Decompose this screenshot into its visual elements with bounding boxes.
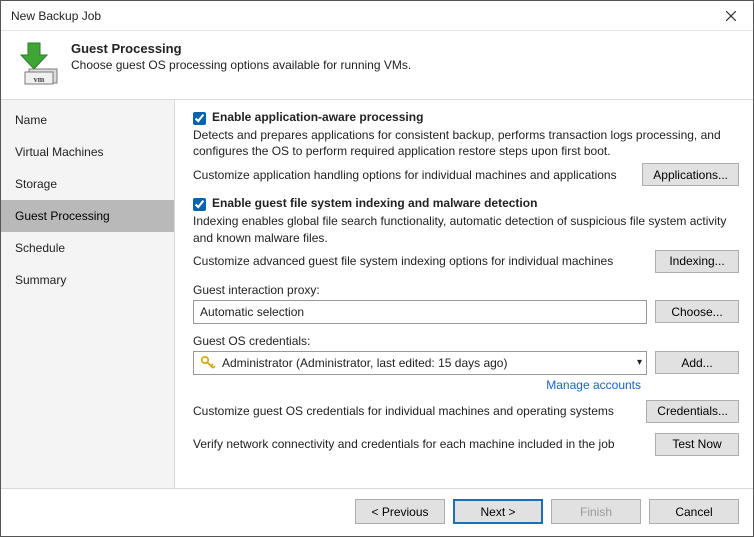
wizard-main-panel: Enable application-aware processing Dete…: [175, 100, 753, 488]
indexing-customize-text: Customize advanced guest file system ind…: [193, 254, 647, 268]
close-button[interactable]: [709, 1, 753, 31]
indexing-checkbox[interactable]: [193, 198, 206, 211]
credentials-customize-text: Customize guest OS credentials for indiv…: [193, 404, 638, 418]
manage-accounts-link[interactable]: Manage accounts: [193, 378, 641, 392]
close-icon: [726, 11, 736, 21]
header-icon: vm: [15, 41, 59, 85]
app-aware-checkbox-row: Enable application-aware processing: [193, 110, 739, 125]
proxy-label: Guest interaction proxy:: [193, 283, 739, 297]
next-button[interactable]: Next >: [453, 499, 543, 524]
key-icon: [200, 355, 216, 371]
choose-proxy-button[interactable]: Choose...: [655, 300, 739, 323]
credentials-value: Administrator (Administrator, last edite…: [222, 356, 507, 370]
wizard-header: vm Guest Processing Choose guest OS proc…: [1, 31, 753, 99]
sidebar-item-storage[interactable]: Storage: [1, 168, 174, 200]
add-credentials-button[interactable]: Add...: [655, 351, 739, 374]
wizard-steps-sidebar: Name Virtual Machines Storage Guest Proc…: [1, 100, 175, 488]
wizard-body: Name Virtual Machines Storage Guest Proc…: [1, 99, 753, 488]
chevron-down-icon: ▾: [637, 357, 642, 368]
titlebar: New Backup Job: [1, 1, 753, 31]
sidebar-item-name[interactable]: Name: [1, 104, 174, 136]
sidebar-item-virtual-machines[interactable]: Virtual Machines: [1, 136, 174, 168]
page-title: Guest Processing: [71, 41, 411, 56]
indexing-label: Enable guest file system indexing and ma…: [212, 196, 537, 210]
previous-button[interactable]: < Previous: [355, 499, 445, 524]
proxy-value: Automatic selection: [200, 305, 304, 319]
test-now-button[interactable]: Test Now: [655, 433, 739, 456]
cancel-button[interactable]: Cancel: [649, 499, 739, 524]
proxy-input[interactable]: Automatic selection: [193, 300, 647, 324]
app-aware-checkbox[interactable]: [193, 112, 206, 125]
credentials-button[interactable]: Credentials...: [646, 400, 739, 423]
indexing-checkbox-row: Enable guest file system indexing and ma…: [193, 196, 739, 211]
indexing-button[interactable]: Indexing...: [655, 250, 739, 273]
app-aware-label: Enable application-aware processing: [212, 110, 423, 124]
sidebar-item-summary[interactable]: Summary: [1, 264, 174, 296]
app-aware-customize-text: Customize application handling options f…: [193, 168, 634, 182]
sidebar-item-guest-processing[interactable]: Guest Processing: [1, 200, 174, 232]
app-aware-desc: Detects and prepares applications for co…: [193, 127, 739, 159]
sidebar-item-schedule[interactable]: Schedule: [1, 232, 174, 264]
credentials-select[interactable]: Administrator (Administrator, last edite…: [193, 351, 647, 375]
indexing-desc: Indexing enables global file search func…: [193, 213, 739, 245]
window-title: New Backup Job: [11, 9, 709, 23]
wizard-footer: < Previous Next > Finish Cancel: [1, 488, 753, 536]
credentials-label: Guest OS credentials:: [193, 334, 739, 348]
page-subtitle: Choose guest OS processing options avail…: [71, 58, 411, 72]
svg-text:vm: vm: [34, 75, 45, 84]
finish-button: Finish: [551, 499, 641, 524]
verify-text: Verify network connectivity and credenti…: [193, 437, 647, 451]
wizard-window: New Backup Job vm Guest Processing Choos…: [0, 0, 754, 537]
applications-button[interactable]: Applications...: [642, 163, 739, 186]
